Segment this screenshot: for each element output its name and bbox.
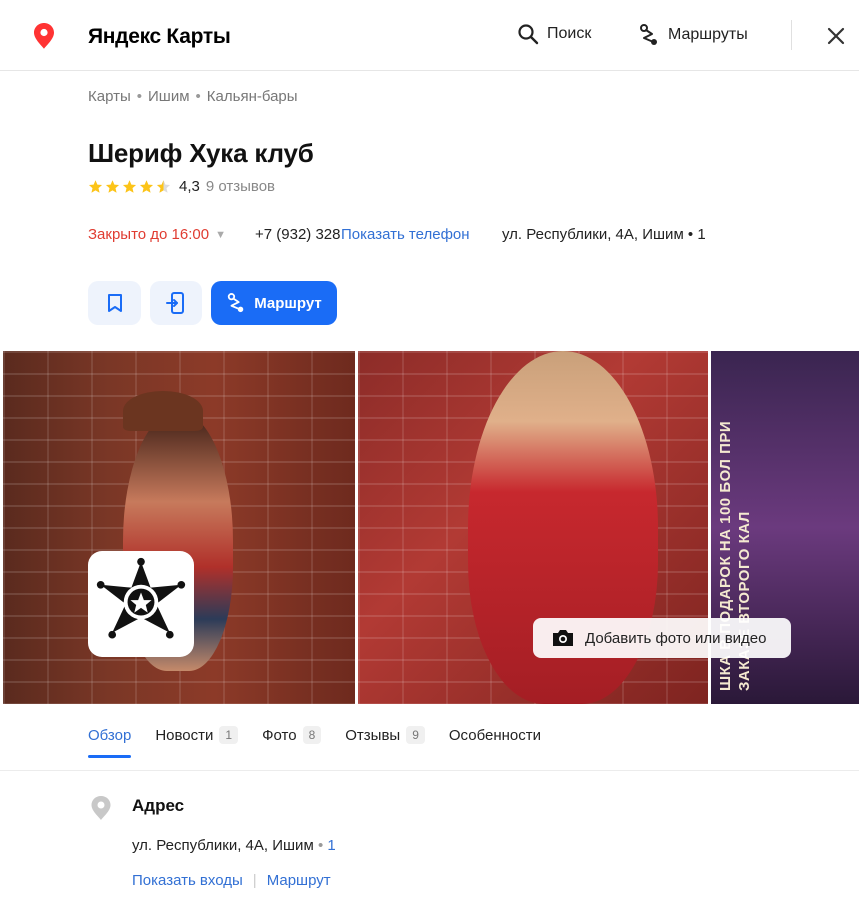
half-star-icon xyxy=(156,180,171,193)
yandex-maps-pin-icon[interactable] xyxy=(32,22,56,50)
breadcrumb-separator: • xyxy=(136,88,143,105)
search-icon xyxy=(518,24,539,45)
star-icon xyxy=(122,180,137,193)
rating-score: 4,3 xyxy=(179,178,200,195)
place-title: Шериф Хука клуб xyxy=(88,138,314,168)
address-full[interactable]: ул. Республики, 4А, Ишим • 1 xyxy=(132,837,336,854)
tab-count-badge: 9 xyxy=(406,726,425,744)
route-icon xyxy=(228,293,244,313)
status-text: Закрыто до 16:00 xyxy=(88,226,210,243)
tab-reviews[interactable]: Отзывы 9 xyxy=(345,720,425,750)
photo-hat xyxy=(123,391,203,431)
route-button[interactable]: Маршрут xyxy=(211,281,337,325)
star-icon xyxy=(88,180,103,193)
add-photo-button[interactable]: Добавить фото или видео xyxy=(533,618,791,658)
link-separator: | xyxy=(252,872,257,889)
tab-overview[interactable]: Обзор xyxy=(88,720,132,758)
address-route-link[interactable]: Маршрут xyxy=(267,872,331,889)
address-text: ул. Республики, 4А, Ишим xyxy=(132,837,314,854)
address-summary[interactable]: ул. Республики, 4А, Ишим • 1 xyxy=(502,226,706,243)
sheriff-star-icon xyxy=(96,557,186,639)
reviews-count[interactable]: 9 отзывов xyxy=(206,178,275,195)
tab-label: Особенности xyxy=(448,726,541,744)
camera-icon xyxy=(553,630,573,646)
tab-label: Обзор xyxy=(88,726,132,744)
send-to-phone-button[interactable] xyxy=(150,281,202,325)
show-phone-link[interactable]: Показать телефон xyxy=(341,226,470,243)
phone-number: +7 (932) 328 xyxy=(255,226,341,243)
route-icon xyxy=(640,24,657,45)
place-tabs: Обзор Новости 1 Фото 8 Отзывы 9 Особенно… xyxy=(88,720,565,758)
routes-label: Маршруты xyxy=(668,26,748,43)
tab-label: Отзывы xyxy=(345,726,401,744)
bookmark-button[interactable] xyxy=(88,281,141,325)
phone-block: +7 (932) 328Показать телефон xyxy=(255,226,470,243)
rating-row[interactable]: 4,3 9 отзывов xyxy=(88,178,275,195)
working-hours-status[interactable]: Закрыто до 16:00 ▼ xyxy=(88,226,226,243)
address-separator: • xyxy=(317,837,328,854)
route-button-label: Маршрут xyxy=(254,294,322,312)
location-pin-icon xyxy=(91,796,111,820)
breadcrumb: Карты • Ишим • Кальян-бары xyxy=(88,88,298,105)
tab-label: Фото xyxy=(262,726,297,744)
close-icon[interactable] xyxy=(825,25,847,47)
tab-news[interactable]: Новости 1 xyxy=(155,720,239,750)
tab-features[interactable]: Особенности xyxy=(449,720,541,750)
tab-count-badge: 8 xyxy=(302,726,322,744)
breadcrumb-item-category[interactable]: Кальян-бары xyxy=(207,88,298,105)
address-heading: Адрес xyxy=(132,796,185,815)
rating-stars xyxy=(88,179,171,194)
breadcrumb-item-maps[interactable]: Карты xyxy=(88,88,131,105)
top-bar: Яндекс Карты Поиск Маршруты xyxy=(0,0,859,71)
breadcrumb-separator: • xyxy=(195,88,201,105)
tabs-divider xyxy=(0,770,859,771)
tab-count-badge: 1 xyxy=(219,726,239,744)
search-button[interactable]: Поиск xyxy=(517,23,591,45)
routes-button[interactable]: Маршруты xyxy=(638,23,748,47)
bookmark-icon xyxy=(107,294,122,312)
add-photo-label: Добавить фото или видео xyxy=(585,629,767,647)
tab-photos[interactable]: Фото 8 xyxy=(262,720,322,750)
show-entrances-link[interactable]: Показать входы xyxy=(132,872,243,889)
brand-title[interactable]: Яндекс Карты xyxy=(88,25,231,49)
star-icon xyxy=(105,180,120,193)
search-label: Поиск xyxy=(547,25,592,42)
chevron-down-icon: ▼ xyxy=(215,228,226,241)
address-links: Показать входы | Маршрут xyxy=(132,872,331,889)
place-logo xyxy=(88,551,194,657)
tab-label: Новости xyxy=(155,726,214,744)
entrances-count[interactable]: 1 xyxy=(327,837,335,854)
star-icon xyxy=(139,180,154,193)
send-to-phone-icon xyxy=(166,292,184,314)
breadcrumb-item-city[interactable]: Ишим xyxy=(148,88,190,105)
header-divider xyxy=(791,20,792,50)
